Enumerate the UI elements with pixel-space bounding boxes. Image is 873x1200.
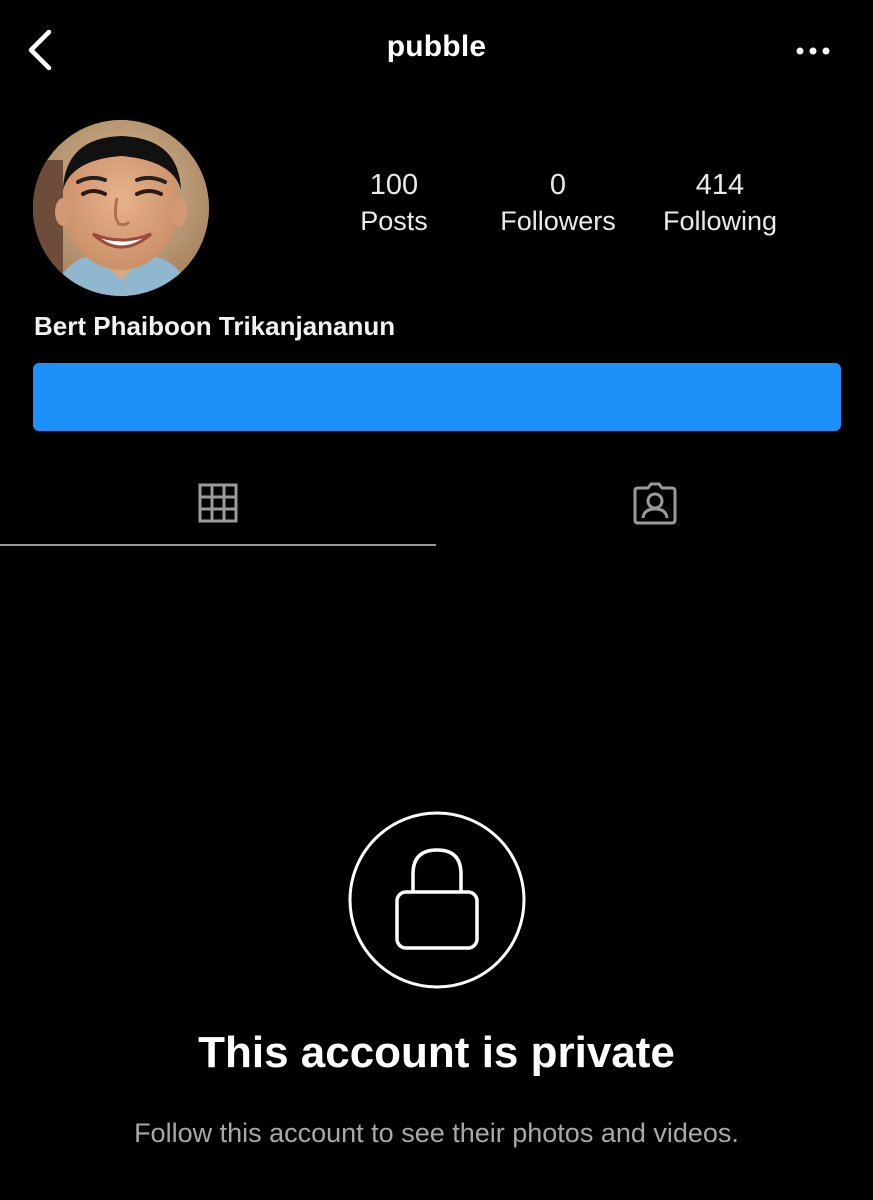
stat-following[interactable]: 414 Following	[650, 166, 790, 240]
followers-count: 0	[549, 169, 567, 201]
lock-icon	[348, 811, 526, 989]
stat-posts[interactable]: 100 Posts	[344, 166, 444, 240]
following-count: 414	[695, 169, 745, 201]
followers-label: Followers	[500, 206, 616, 236]
tagged-person-icon	[633, 482, 677, 525]
selected-tab-indicator	[0, 544, 436, 546]
more-horizontal-icon	[796, 47, 830, 55]
posts-count: 100	[369, 169, 419, 201]
more-options-button[interactable]	[789, 34, 837, 68]
profile-full-name: Bert Phaiboon Trikanjananun	[34, 311, 396, 341]
profile-username: pubble	[386, 30, 487, 63]
posts-label: Posts	[360, 206, 428, 236]
following-label: Following	[662, 206, 778, 236]
tab-tagged[interactable]	[437, 460, 873, 546]
avatar[interactable]	[33, 120, 209, 296]
stat-followers[interactable]: 0 Followers	[488, 166, 628, 240]
profile-photo	[33, 120, 209, 296]
grid-icon	[198, 483, 238, 523]
private-lock-badge	[347, 810, 527, 990]
follow-button[interactable]	[33, 363, 841, 431]
private-account-title: This account is private	[198, 1028, 675, 1077]
private-account-subtitle: Follow this account to see their photos …	[134, 1118, 739, 1148]
top-bar: pubble	[0, 0, 873, 100]
tab-posts-grid[interactable]	[0, 460, 436, 546]
